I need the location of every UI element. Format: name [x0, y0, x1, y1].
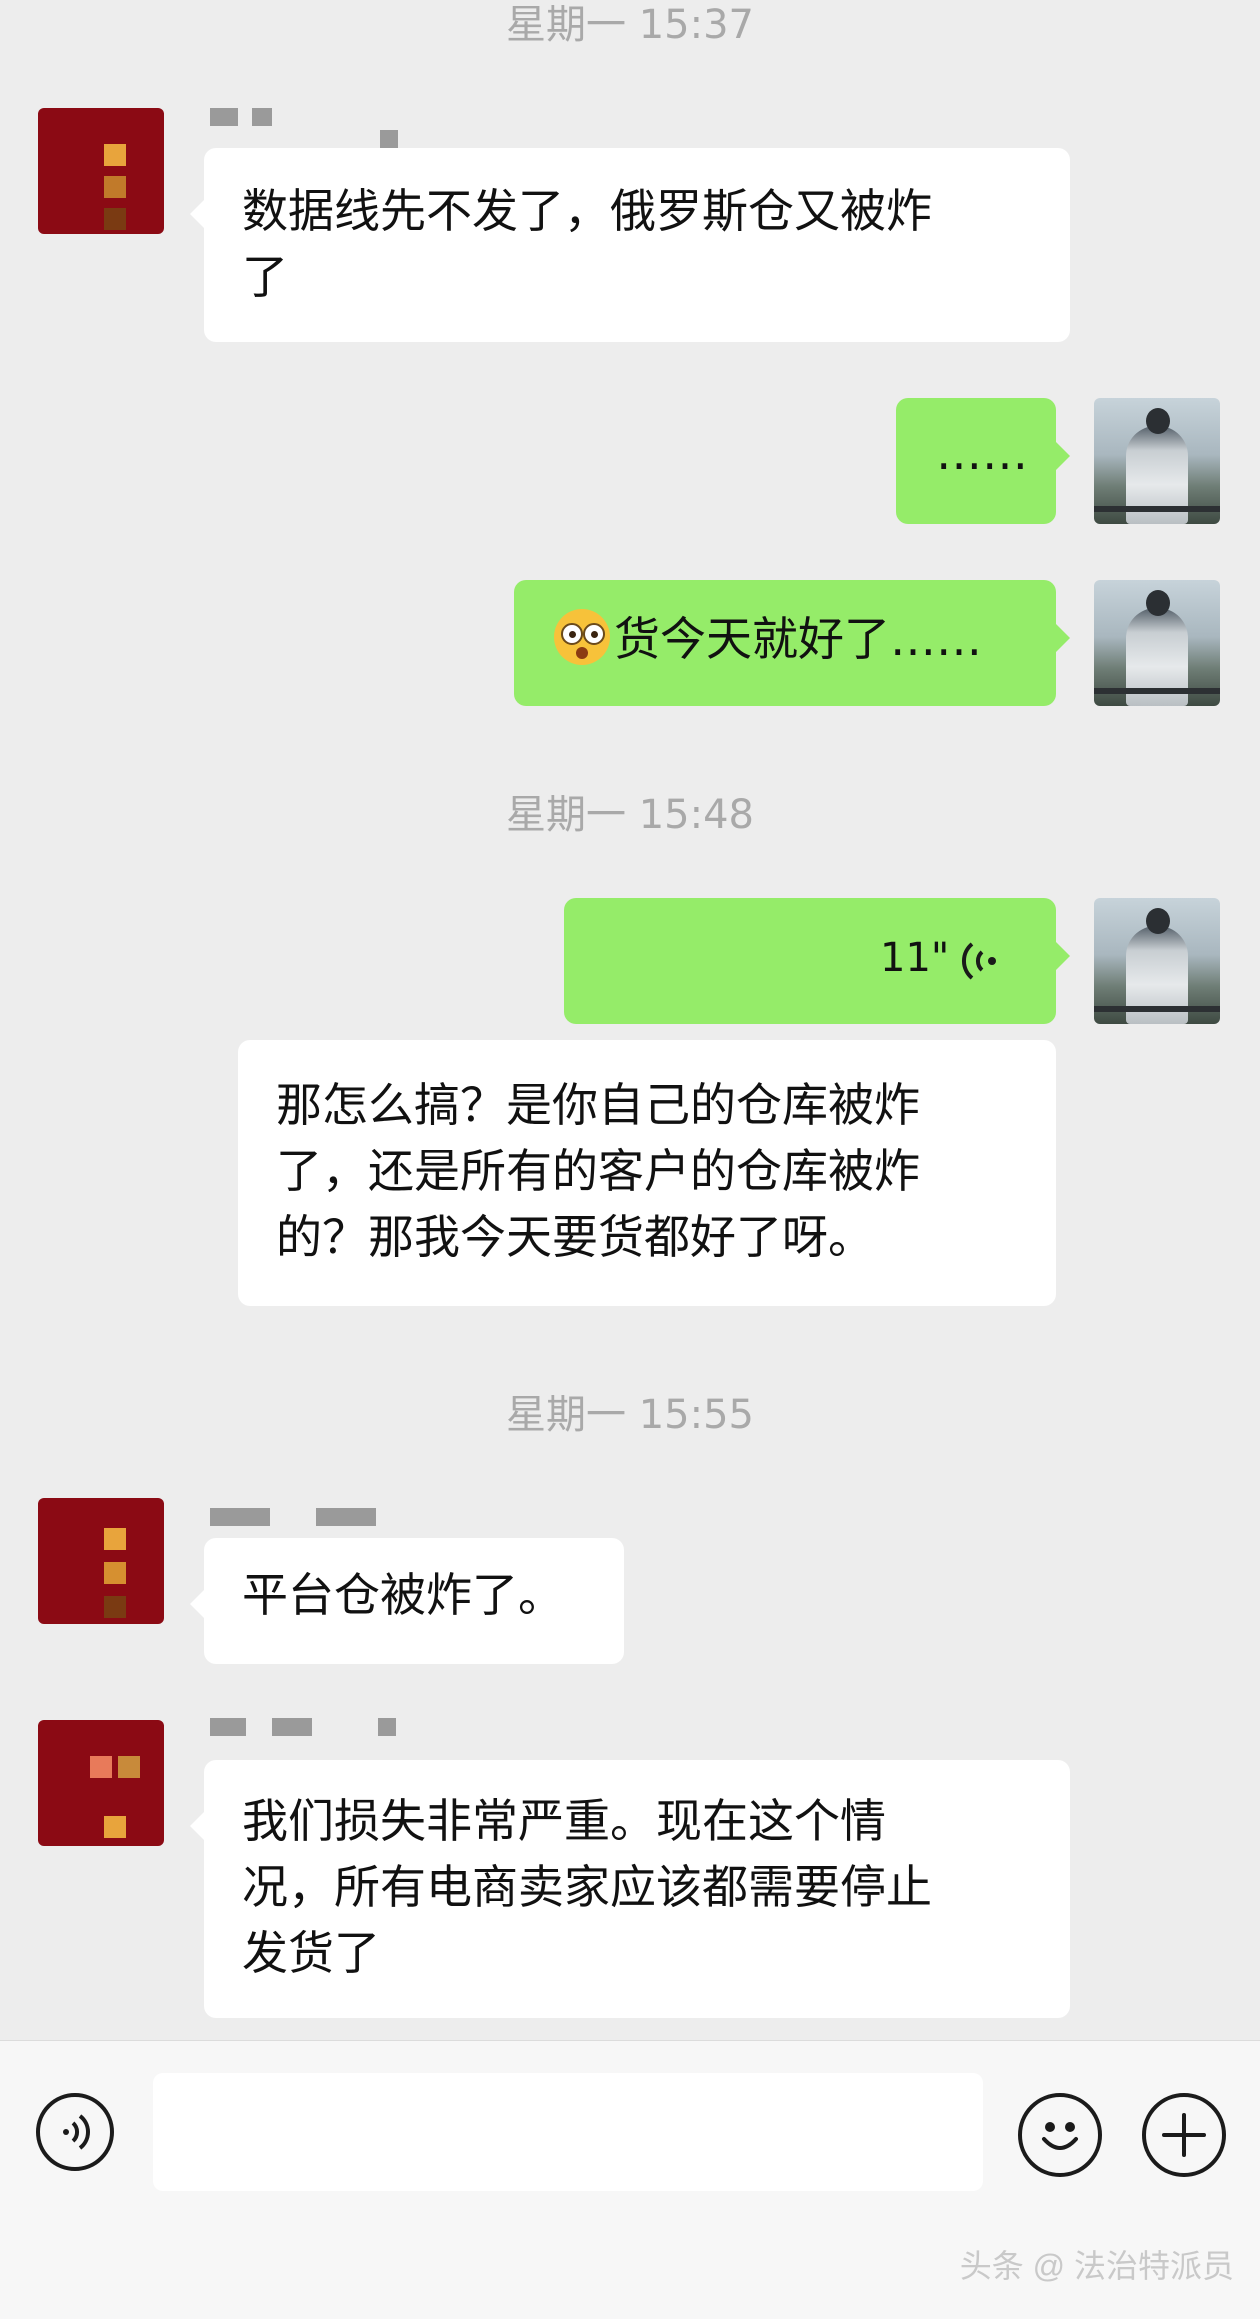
flushed-face-emoji	[554, 609, 610, 665]
sender-name-blur	[210, 108, 238, 126]
voice-input-button[interactable]	[36, 2093, 114, 2171]
message-bubble[interactable]: 那怎么搞？是你自己的仓库被炸 了，还是所有的客户的仓库被炸 的？那我今天要货都好…	[238, 1040, 1056, 1306]
message-text: 况，所有电商卖家应该都需要停止	[242, 1860, 932, 1914]
chat-input-bar: 头条 @ 法治特派员	[0, 2040, 1260, 2319]
my-avatar[interactable]	[1094, 898, 1220, 1024]
message-text: 我们损失非常严重。现在这个情	[242, 1794, 886, 1848]
message-input[interactable]	[153, 2073, 983, 2191]
message-bubble[interactable]: 货今天就好了……	[514, 580, 1070, 706]
sender-name-blur	[380, 130, 398, 148]
message-text: 了	[242, 250, 288, 304]
emoji-button[interactable]	[1018, 2093, 1102, 2177]
message-text: 了，还是所有的客户的仓库被炸	[276, 1144, 920, 1198]
smiley-face-icon	[1042, 2122, 1078, 2150]
voice-wave-icon	[961, 942, 996, 980]
message-text: 的？那我今天要货都好了呀。	[276, 1210, 874, 1264]
message-text: 货今天就好了……	[614, 612, 982, 666]
message-text: 平台仓被炸了。	[242, 1568, 564, 1622]
my-avatar[interactable]	[1094, 580, 1220, 706]
message-bubble[interactable]: 我们损失非常严重。现在这个情 况，所有电商卖家应该都需要停止 发货了	[190, 1760, 1070, 2018]
sender-name-blur	[210, 1718, 246, 1736]
voice-duration: 11"	[880, 935, 950, 981]
sender-name-blur	[378, 1718, 396, 1736]
timestamp: 星期一 15:55	[506, 1392, 754, 1438]
more-button[interactable]	[1142, 2093, 1226, 2177]
message-bubble[interactable]: 平台仓被炸了。	[190, 1538, 624, 1664]
voice-input-icon	[63, 2114, 90, 2150]
contact-avatar[interactable]	[38, 1498, 164, 1624]
message-bubble[interactable]: 数据线先不发了，俄罗斯仓又被炸 了	[190, 148, 1070, 342]
message-text: 那怎么搞？是你自己的仓库被炸	[276, 1078, 920, 1132]
chat-area: 星期一 15:37 数据线先不发了，俄罗斯仓又被炸 了 …… 货今天就好了…… …	[0, 0, 1260, 2040]
plus-icon	[1162, 2113, 1206, 2157]
message-bubble[interactable]: ……	[896, 398, 1070, 524]
sender-name-blur	[316, 1508, 376, 1526]
message-text: ……	[936, 426, 1028, 480]
sender-name-blur	[210, 1508, 270, 1526]
timestamp: 星期一 15:48	[506, 792, 754, 838]
timestamp: 星期一 15:37	[506, 2, 754, 48]
voice-message-bubble[interactable]: 11"	[564, 898, 1070, 1024]
sender-name-blur	[272, 1718, 312, 1736]
message-text: 发货了	[242, 1926, 380, 1980]
contact-avatar[interactable]	[38, 1720, 164, 1846]
message-text: 数据线先不发了，俄罗斯仓又被炸	[242, 184, 932, 238]
sender-name-blur	[252, 108, 272, 126]
watermark: 头条 @ 法治特派员	[959, 2248, 1234, 2284]
my-avatar[interactable]	[1094, 398, 1220, 524]
contact-avatar[interactable]	[38, 108, 164, 234]
